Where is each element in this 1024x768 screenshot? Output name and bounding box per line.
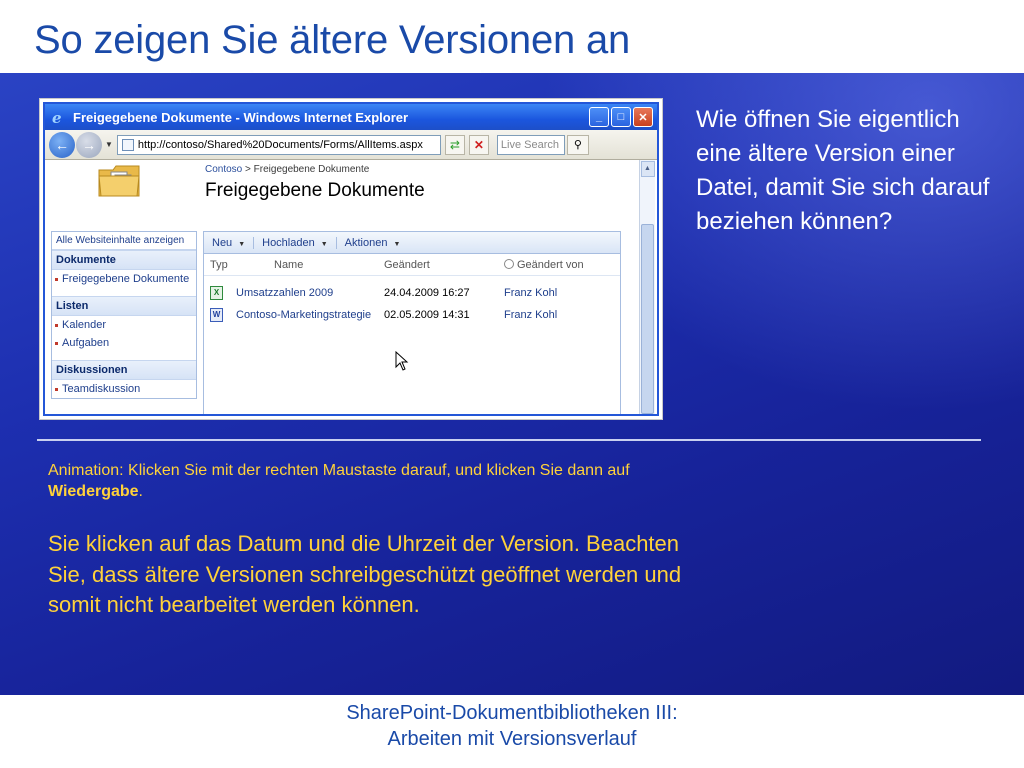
actions-menu[interactable]: Aktionen ▼ xyxy=(337,237,409,249)
footer-line-2: Arbeiten mit Versionsverlauf xyxy=(387,728,637,750)
table-row[interactable]: X Umsatzzahlen 2009 24.04.2009 16:27 Fra… xyxy=(204,282,620,304)
new-menu[interactable]: Neu ▼ xyxy=(204,236,255,249)
library-column-headers: Typ Name Geändert Geändert von xyxy=(204,254,620,276)
slide-title: So zeigen Sie ältere Versionen an xyxy=(34,18,631,62)
ie-address-bar: ← → ▼ http://contoso/Shared%20Documents/… xyxy=(45,130,657,160)
column-type[interactable]: Typ xyxy=(204,259,234,271)
url-input[interactable]: http://contoso/Shared%20Documents/Forms/… xyxy=(116,134,441,155)
breadcrumb-site-link[interactable]: Contoso xyxy=(205,164,242,175)
column-modified-by-label: Geändert von xyxy=(517,258,584,271)
library-toolbar: Neu ▼ Hochladen ▼ Aktionen ▼ xyxy=(204,232,620,254)
ie-window: e Freigegebene Dokumente - Windows Inter… xyxy=(43,102,659,416)
ql-heading-listen[interactable]: Listen xyxy=(52,296,196,316)
search-icon: ⚲ xyxy=(573,139,582,151)
ie-window-title: Freigegebene Dokumente - Windows Interne… xyxy=(73,109,409,125)
breadcrumb: Contoso > Freigegebene Dokumente xyxy=(205,164,369,175)
radio-icon xyxy=(504,258,514,269)
table-row[interactable]: W Contoso-Marketingstrategie 02.05.2009 … xyxy=(204,304,620,326)
close-button[interactable]: ✕ xyxy=(633,107,653,127)
ql-heading-diskussionen[interactable]: Diskussionen xyxy=(52,360,196,380)
minimize-button[interactable]: _ xyxy=(589,107,609,127)
row-modified[interactable]: 24.04.2009 16:27 xyxy=(384,287,504,299)
ql-item-teamdiskussion[interactable]: Teamdiskussion xyxy=(52,380,196,398)
animation-note: Animation: Klicken Sie mit der rechten M… xyxy=(48,460,688,502)
maximize-button[interactable]: □ xyxy=(611,107,631,127)
animation-note-text: Animation: Klicken Sie mit der rechten M… xyxy=(48,462,630,479)
forward-button[interactable]: → xyxy=(76,131,102,158)
ie-titlebar: e Freigegebene Dokumente - Windows Inter… xyxy=(45,104,657,130)
excel-file-icon: X xyxy=(204,286,234,300)
stop-button[interactable]: ✕ xyxy=(468,134,489,155)
page-icon xyxy=(121,138,134,151)
row-name-link[interactable]: Umsatzzahlen 2009 xyxy=(234,287,384,299)
animation-note-end: . xyxy=(138,483,143,500)
quick-launch-panel: Alle Websiteinhalte anzeigen Dokumente F… xyxy=(51,231,197,399)
chevron-down-icon: ▼ xyxy=(238,240,246,248)
quick-launch: Alle Websiteinhalte anzeigen Dokumente F… xyxy=(51,231,197,414)
body-text: Sie klicken auf das Datum und die Uhrzei… xyxy=(48,531,682,617)
url-text: http://contoso/Shared%20Documents/Forms/… xyxy=(137,138,423,151)
breadcrumb-separator: > xyxy=(245,164,251,175)
row-name-link[interactable]: Contoso-Marketingstrategie xyxy=(234,309,384,321)
column-modified-by[interactable]: Geändert von xyxy=(504,258,584,271)
page-title: Freigegebene Dokumente xyxy=(205,180,425,201)
svg-text:e: e xyxy=(52,109,62,125)
row-modified[interactable]: 02.05.2009 14:31 xyxy=(384,309,504,321)
folder-icon xyxy=(97,162,141,198)
footer-line-1: SharePoint-Dokumentbibliotheken III: xyxy=(346,702,678,724)
ql-gap xyxy=(52,288,196,296)
upload-menu-label: Hochladen xyxy=(262,236,315,249)
upload-menu[interactable]: Hochladen ▼ xyxy=(254,236,337,249)
all-site-content-link[interactable]: Alle Websiteinhalte anzeigen xyxy=(52,232,196,250)
actions-menu-label: Aktionen xyxy=(344,236,388,249)
scroll-up-icon[interactable]: ▲ xyxy=(640,161,655,177)
ql-item-freigegebene-dokumente[interactable]: Freigegebene Dokumente xyxy=(52,270,196,288)
word-file-icon: W xyxy=(204,308,234,322)
vertical-scrollbar[interactable]: ▲ xyxy=(639,160,655,414)
footer: SharePoint-Dokumentbibliotheken III: Arb… xyxy=(0,700,1024,752)
back-button[interactable]: ← xyxy=(49,131,75,158)
ql-heading-dokumente[interactable]: Dokumente xyxy=(52,250,196,270)
ie-logo-icon: e xyxy=(51,109,67,127)
scroll-thumb[interactable] xyxy=(641,224,654,414)
browser-screenshot: e Freigegebene Dokumente - Windows Inter… xyxy=(40,99,662,419)
chevron-down-icon: ▼ xyxy=(393,240,401,248)
breadcrumb-current: Freigegebene Dokumente xyxy=(253,164,370,175)
side-question: Wie öffnen Sie eigentlich eine ältere Ve… xyxy=(696,106,990,235)
ql-item-kalender[interactable]: Kalender xyxy=(52,316,196,334)
animation-note-bold: Wiedergabe xyxy=(48,483,139,500)
search-input[interactable]: Live Search xyxy=(496,134,565,155)
refresh-button[interactable]: ⇄ xyxy=(444,134,465,155)
new-menu-label: Neu xyxy=(212,236,233,249)
column-modified[interactable]: Geändert xyxy=(384,259,504,271)
chevron-down-icon: ▼ xyxy=(320,240,328,248)
mouse-cursor-icon xyxy=(395,350,409,371)
ql-item-aufgaben[interactable]: Aufgaben xyxy=(52,334,196,352)
row-modified-by[interactable]: Franz Kohl xyxy=(504,287,557,299)
history-dropdown-icon[interactable]: ▼ xyxy=(105,140,113,149)
search-button[interactable]: ⚲ xyxy=(566,134,589,155)
divider-line xyxy=(37,439,981,441)
ql-gap xyxy=(52,352,196,360)
document-library: Neu ▼ Hochladen ▼ Aktionen ▼ Typ Name Geänd… xyxy=(203,231,621,414)
column-name[interactable]: Name xyxy=(234,259,384,271)
row-modified-by[interactable]: Franz Kohl xyxy=(504,309,557,321)
